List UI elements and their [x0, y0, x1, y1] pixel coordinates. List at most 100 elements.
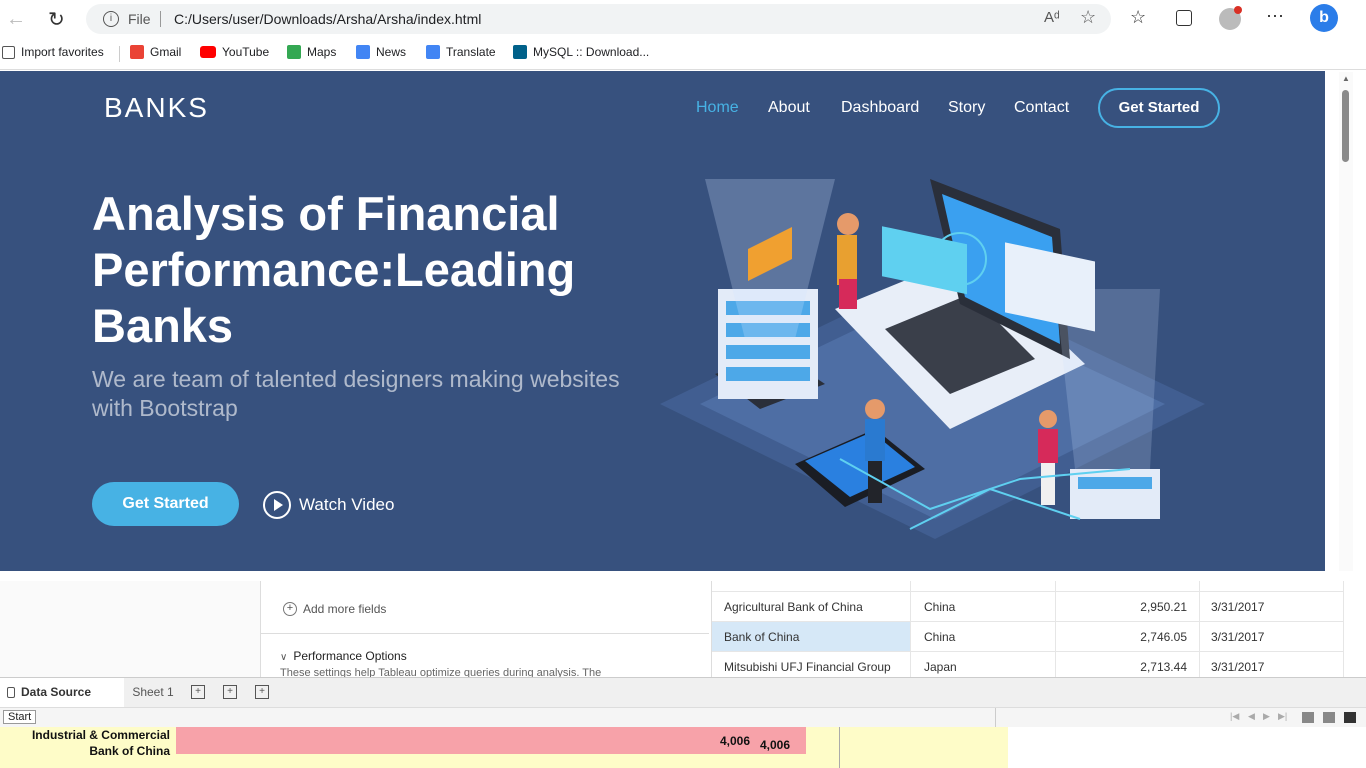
- table-cell-value[interactable]: 2,950.21: [1092, 600, 1187, 614]
- performance-options-title: Performance Options: [293, 649, 407, 663]
- favorite-maps[interactable]: Maps: [287, 45, 336, 59]
- table-cell-bank[interactable]: Bank of China: [724, 630, 799, 644]
- nav-dashboard[interactable]: Dashboard: [841, 99, 919, 117]
- import-icon: [2, 45, 15, 59]
- scroll-up-icon[interactable]: ▲: [1342, 74, 1350, 83]
- add-more-fields-button[interactable]: + Add more fields: [283, 602, 386, 616]
- new-worksheet-icon[interactable]: +: [191, 685, 205, 699]
- more-icon[interactable]: ⋯: [1266, 6, 1284, 27]
- plus-circle-icon: +: [283, 602, 297, 616]
- database-icon: [7, 687, 15, 699]
- prev-page-icon[interactable]: ◀: [1248, 711, 1255, 722]
- favorite-label: Maps: [307, 45, 337, 59]
- performance-options-header[interactable]: ∨ Performance Options: [280, 649, 407, 663]
- sheet-tab-bar: Data Source Sheet 1 + + +: [0, 677, 1366, 707]
- favorites-bar: Import favorites Gmail YouTube Maps News…: [0, 38, 1366, 70]
- tab-data-source-label: Data Source: [21, 685, 92, 699]
- info-icon[interactable]: i: [103, 11, 119, 27]
- new-story-icon[interactable]: +: [255, 685, 269, 699]
- next-page-icon[interactable]: ▶: [1263, 711, 1270, 722]
- favorite-translate[interactable]: Translate: [426, 45, 496, 59]
- watch-video-button[interactable]: Watch Video: [263, 488, 394, 522]
- nav-get-started-button[interactable]: Get Started: [1098, 88, 1220, 128]
- site-logo[interactable]: BANKS: [104, 92, 209, 124]
- collections-icon[interactable]: [1176, 10, 1192, 26]
- url-text[interactable]: C:/Users/user/Downloads/Arsha/Arsha/inde…: [174, 11, 481, 27]
- nav-about[interactable]: About: [768, 99, 810, 117]
- hero-title: Analysis of Financial Performance:Leadin…: [92, 187, 576, 352]
- table-cell-country[interactable]: China: [924, 630, 955, 644]
- section-divider: [261, 633, 709, 634]
- tab-sheet-label: Sheet 1: [132, 685, 174, 699]
- bank-row-label: Industrial & Commercial Bank of China: [10, 727, 170, 759]
- filmstrip-view-icon[interactable]: [1344, 712, 1356, 723]
- table-cell-date[interactable]: 3/31/2017: [1211, 660, 1264, 674]
- nav-home[interactable]: Home: [696, 99, 739, 117]
- refresh-icon[interactable]: ↻: [48, 7, 65, 32]
- performance-options-description: These settings help Tableau optimize que…: [280, 667, 602, 677]
- bing-icon[interactable]: b: [1310, 4, 1338, 32]
- nav-contact[interactable]: Contact: [1014, 99, 1069, 117]
- table-cell-date[interactable]: 3/31/2017: [1211, 630, 1264, 644]
- hero-subtitle: We are team of talented designers making…: [92, 366, 620, 421]
- translate-icon: [426, 45, 440, 59]
- favorite-label: News: [376, 45, 407, 59]
- address-divider: [160, 11, 161, 27]
- scroll-thumb[interactable]: [1342, 90, 1349, 162]
- table-cell-value[interactable]: 2,713.44: [1092, 660, 1187, 674]
- site-info-label[interactable]: File: [128, 11, 151, 27]
- hero-illustration: [660, 179, 1205, 539]
- table-cell-country[interactable]: Japan: [924, 660, 957, 674]
- first-page-icon[interactable]: |◀: [1230, 711, 1239, 722]
- table-cell-bank[interactable]: Mitsubishi UFJ Financial Group: [724, 660, 891, 674]
- table-cell-date[interactable]: 3/31/2017: [1211, 600, 1264, 614]
- chevron-down-icon: ∨: [280, 652, 288, 663]
- notification-dot-icon: [1234, 6, 1242, 14]
- favorite-label: Gmail: [150, 45, 182, 59]
- favorite-label: MySQL :: Download...: [533, 45, 650, 59]
- browser-toolbar: ← ↻ i File C:/Users/user/Downloads/Arsha…: [0, 0, 1366, 38]
- mysql-icon: [513, 45, 527, 59]
- favorite-youtube[interactable]: YouTube: [200, 45, 269, 59]
- favorite-news[interactable]: News: [356, 45, 406, 59]
- left-pane: [0, 581, 260, 677]
- add-more-fields-label: Add more fields: [303, 602, 387, 616]
- add-favorite-icon[interactable]: ☆: [1080, 7, 1096, 28]
- favorite-import[interactable]: Import favorites: [2, 45, 104, 59]
- list-view-icon[interactable]: [1323, 712, 1335, 723]
- address-bar[interactable]: i File C:/Users/user/Downloads/Arsha/Ars…: [86, 4, 1111, 34]
- data-grid: Agricultural Bank of China China 2,950.2…: [712, 581, 1344, 677]
- read-aloud-icon[interactable]: A​ᵈ: [1044, 9, 1060, 26]
- status-bar: Start |◀ ◀ ▶ ▶|: [0, 707, 1366, 727]
- favorites-icon[interactable]: ☆: [1130, 7, 1146, 28]
- tab-sheet-1[interactable]: Sheet 1: [125, 678, 181, 707]
- bank-label-line-1: Industrial & Commercial: [31, 728, 170, 742]
- grid-view-icon[interactable]: [1302, 712, 1314, 723]
- gmail-icon: [130, 45, 144, 59]
- start-tooltip: Start: [3, 710, 37, 724]
- watch-video-label: Watch Video: [299, 495, 395, 514]
- tab-data-source[interactable]: Data Source: [0, 678, 124, 707]
- bar-mark[interactable]: [176, 727, 806, 754]
- table-cell-value[interactable]: 2,746.05: [1092, 630, 1187, 644]
- favorite-label: YouTube: [222, 45, 270, 59]
- nav-get-started-label: Get Started: [1118, 99, 1200, 116]
- last-page-icon[interactable]: ▶|: [1278, 711, 1287, 722]
- favorite-mysql[interactable]: MySQL :: Download...: [513, 45, 649, 59]
- bar-value-label: 4,006: [720, 734, 751, 748]
- back-icon[interactable]: ←: [6, 8, 26, 31]
- bar-value-label-2: 4,006: [760, 738, 791, 752]
- pane-divider: [839, 727, 840, 768]
- maps-icon: [287, 45, 301, 59]
- new-dashboard-icon[interactable]: +: [223, 685, 237, 699]
- nav-story[interactable]: Story: [948, 99, 985, 117]
- favorite-label: Translate: [446, 45, 496, 59]
- status-divider: [995, 708, 996, 727]
- play-icon: [263, 491, 291, 519]
- favorite-label: Import favorites: [21, 45, 104, 59]
- hero-get-started-label: Get Started: [122, 495, 209, 512]
- hero-get-started-button[interactable]: Get Started: [92, 482, 239, 526]
- favorite-gmail[interactable]: Gmail: [130, 45, 181, 59]
- table-cell-country[interactable]: China: [924, 600, 955, 614]
- table-cell-bank[interactable]: Agricultural Bank of China: [724, 600, 863, 614]
